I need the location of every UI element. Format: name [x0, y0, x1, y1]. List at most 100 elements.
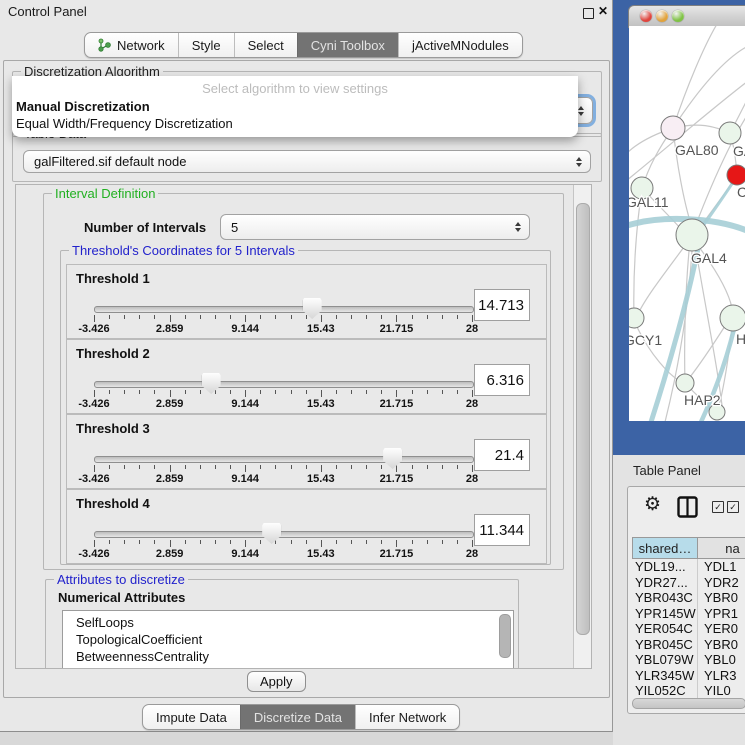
table-panel-title: Table Panel — [633, 463, 701, 478]
table-row[interactable]: YDL19...YDL1 — [632, 559, 745, 575]
horizontal-scrollbar[interactable] — [632, 698, 745, 709]
slider-tick-label: 28 — [466, 473, 478, 485]
network-edge — [673, 26, 717, 128]
threshold-value-field[interactable]: 21.4 — [474, 439, 530, 471]
threshold-value-field[interactable]: 11.344 — [474, 514, 530, 546]
node-table-panel: ⚙ ✓ ✓ shared… na YDL19...YDL1YDR27...YDR… — [627, 486, 745, 714]
slider-tick — [230, 540, 231, 544]
slider-tick — [442, 465, 443, 469]
slider-tick — [457, 540, 458, 544]
close-icon[interactable]: ✕ — [598, 4, 608, 18]
slider-track[interactable] — [94, 531, 474, 538]
mac-close-button[interactable] — [640, 10, 652, 22]
slider-track[interactable] — [94, 381, 474, 388]
slider-tick — [291, 465, 292, 469]
slider-tick — [336, 315, 337, 319]
network-node[interactable] — [727, 165, 745, 185]
float-window-icon[interactable] — [583, 8, 594, 19]
table-row[interactable]: YBL079WYBL0 — [632, 652, 745, 668]
tab-select[interactable]: Select — [234, 33, 297, 57]
slider-tick — [381, 540, 382, 544]
tab-label: Cyni Toolbox — [311, 38, 385, 53]
screen: Control Panel ✕ NetworkStyleSelectCyni T… — [0, 0, 745, 745]
bottom-tab-impute-data[interactable]: Impute Data — [143, 705, 240, 729]
list-scrollbar-thumb[interactable] — [499, 614, 511, 658]
attribute-list-item[interactable]: TopologicalCoefficient — [63, 631, 513, 648]
network-node[interactable] — [629, 308, 644, 328]
column-header-shared[interactable]: shared… — [632, 537, 698, 559]
slider-tick — [170, 390, 171, 397]
dropdown-item[interactable]: Manual Discretization — [12, 98, 578, 115]
slider-tick — [124, 315, 125, 319]
network-canvas[interactable]: GAL80GACGAL11GAL4GCY1HHAP2 — [629, 26, 745, 421]
table-row[interactable]: YER054CYER0 — [632, 621, 745, 637]
slider-tick-label: 9.144 — [231, 473, 259, 485]
table-row[interactable]: YBR045CYBR0 — [632, 637, 745, 653]
cell-name: YBR0 — [698, 590, 738, 606]
scrollbar-thumb[interactable] — [576, 203, 590, 635]
tab-jactivemnodules[interactable]: jActiveMNodules — [398, 33, 522, 57]
slider-tick — [366, 465, 367, 469]
slider-handle[interactable] — [202, 373, 221, 394]
table-row[interactable]: YLR345WYLR3 — [632, 668, 745, 684]
slider-track[interactable] — [94, 306, 474, 313]
mac-minimize-button[interactable] — [656, 10, 668, 22]
attribute-list-item[interactable]: SelfLoops — [63, 611, 513, 631]
slider-tick — [291, 315, 292, 319]
slider-tick — [200, 315, 201, 319]
slider-handle[interactable] — [383, 448, 402, 469]
table-row[interactable]: YIL052CYIL0 — [632, 683, 745, 698]
mac-zoom-button[interactable] — [672, 10, 684, 22]
number-of-intervals-value: 5 — [231, 220, 238, 235]
table-data-combobox[interactable]: galFiltered.sif default node — [23, 150, 591, 173]
network-view-window: GAL80GACGAL11GAL4GCY1HHAP2 — [613, 0, 745, 455]
threshold-value-field[interactable]: 14.713 — [474, 289, 530, 321]
table-row[interactable]: YDR27...YDR2 — [632, 575, 745, 591]
slider-tick — [215, 540, 216, 544]
column-view-icon[interactable] — [677, 496, 698, 523]
network-node[interactable] — [720, 305, 745, 331]
table-panel: Table Panel ⚙ ✓ ✓ shared… na YDL19...YDL… — [613, 455, 745, 745]
slider-tick-label: 9.144 — [231, 548, 259, 560]
slider-tick — [396, 390, 397, 397]
checkbox-icon[interactable]: ✓ — [727, 501, 739, 513]
slider-track[interactable] — [94, 456, 474, 463]
slider-tick — [185, 465, 186, 469]
vertical-scrollbar[interactable] — [573, 185, 591, 668]
slider-tick-label: -3.426 — [78, 548, 109, 560]
number-of-intervals-combobox[interactable]: 5 — [220, 214, 530, 240]
table-row[interactable]: YPR145WYPR1 — [632, 606, 745, 622]
numerical-attributes-list[interactable]: SelfLoopsTopologicalCoefficientBetweenne… — [62, 610, 514, 669]
tab-label: jActiveMNodules — [412, 38, 509, 53]
slider-tick — [275, 540, 276, 544]
tab-style[interactable]: Style — [178, 33, 234, 57]
slider-tick-label: 28 — [466, 398, 478, 410]
column-header-name[interactable]: na — [698, 537, 745, 559]
apply-button[interactable]: Apply — [247, 671, 306, 692]
slider-tick — [457, 465, 458, 469]
slider-tick — [457, 315, 458, 319]
slider-tick — [336, 390, 337, 394]
bottom-tab-discretize-data[interactable]: Discretize Data — [240, 705, 355, 729]
tab-network[interactable]: Network — [85, 33, 178, 57]
network-node-label: GAL4 — [691, 250, 727, 266]
cell-shared-name: YBR045C — [632, 637, 698, 653]
tab-cyni-toolbox[interactable]: Cyni Toolbox — [297, 33, 398, 57]
slider-tick — [215, 390, 216, 394]
network-window-titlebar[interactable] — [628, 5, 745, 28]
gear-icon[interactable]: ⚙ — [644, 493, 661, 516]
network-node[interactable] — [661, 116, 685, 140]
attribute-list-item[interactable]: BetweennessCentrality — [63, 648, 513, 665]
table-row[interactable]: YBR043CYBR0 — [632, 590, 745, 606]
network-node[interactable] — [719, 122, 741, 144]
network-node[interactable] — [676, 374, 694, 392]
cell-shared-name: YDL19... — [632, 559, 698, 575]
attributes-group: Attributes to discretize Numerical Attri… — [45, 579, 519, 669]
combo-stepper-icon — [515, 222, 521, 232]
slider-handle[interactable] — [262, 523, 281, 544]
checkbox-icon[interactable]: ✓ — [712, 501, 724, 513]
threshold-value-field[interactable]: 6.316 — [474, 364, 530, 396]
network-node[interactable] — [676, 219, 708, 251]
bottom-tab-infer-network[interactable]: Infer Network — [355, 705, 459, 729]
dropdown-item[interactable]: Equal Width/Frequency Discretization — [12, 115, 578, 132]
